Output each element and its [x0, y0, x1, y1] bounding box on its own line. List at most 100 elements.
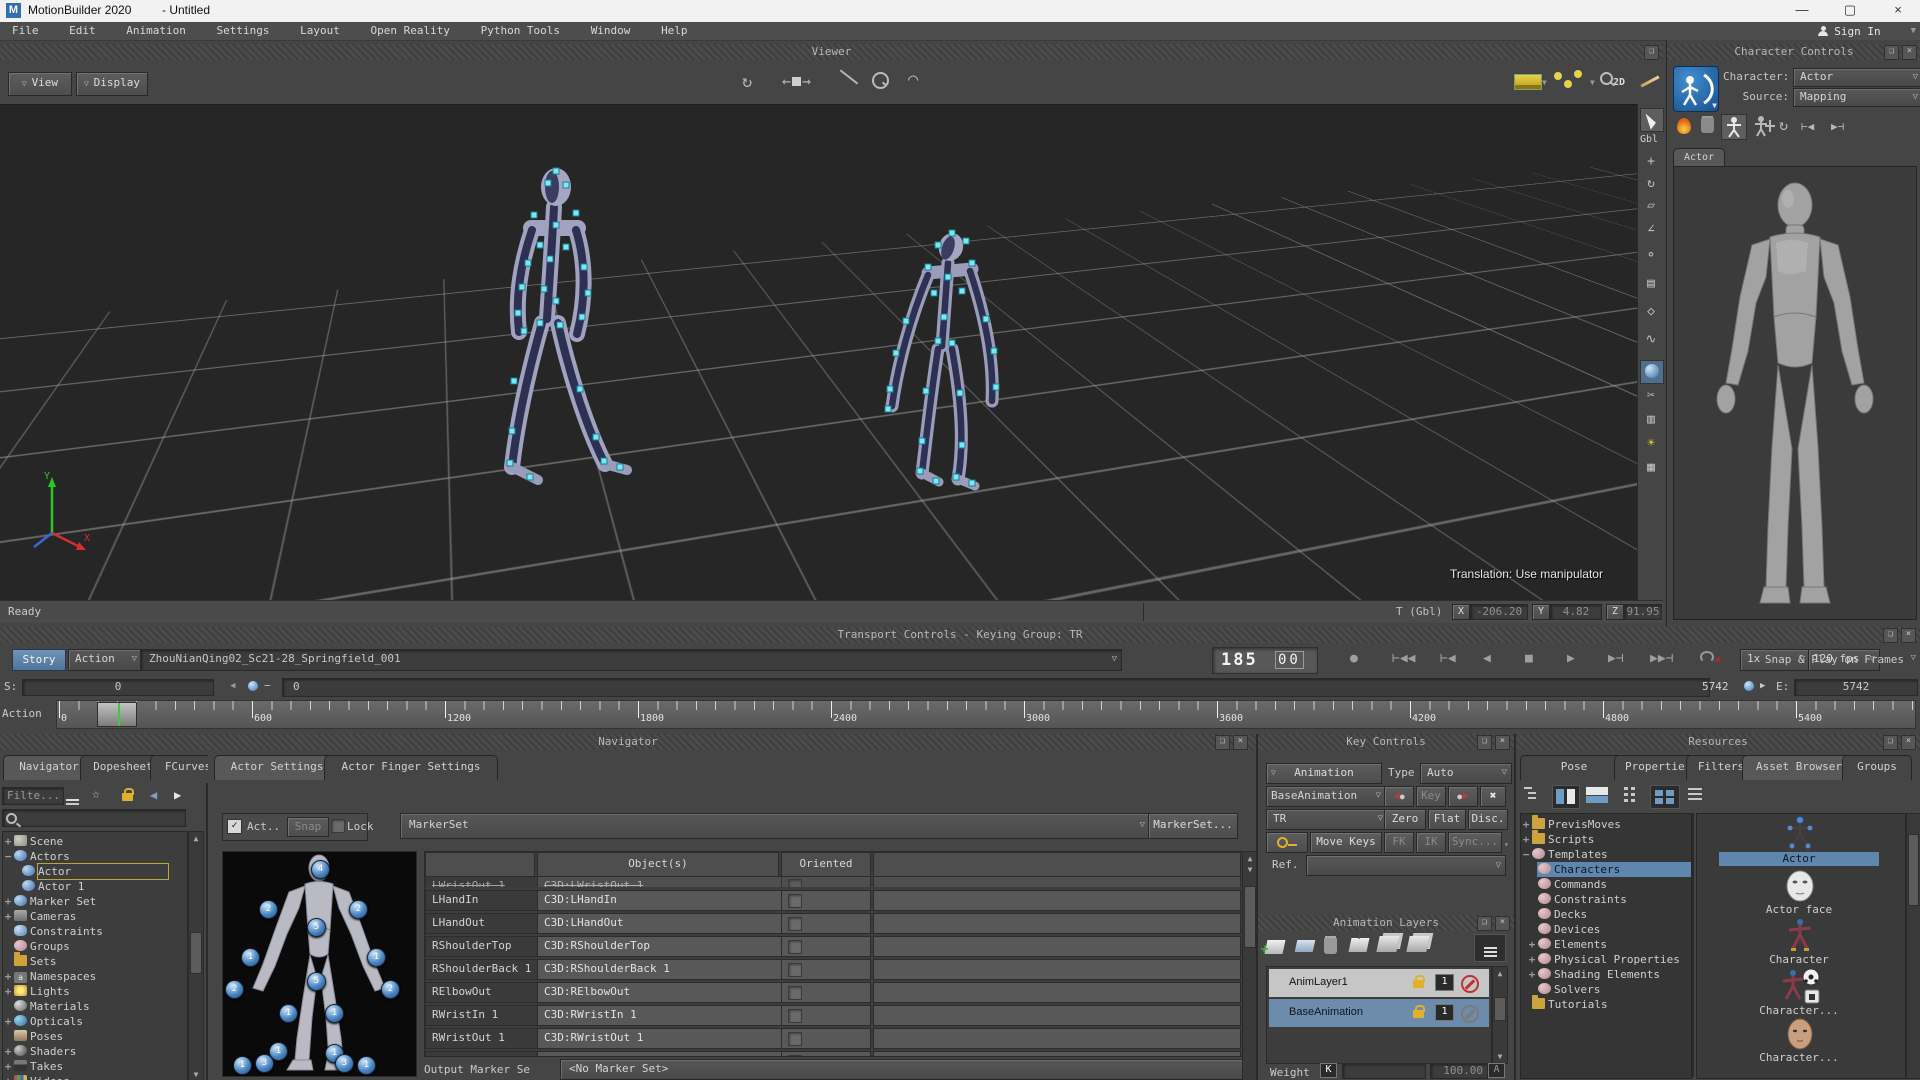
- layer-mute-icon[interactable]: [1461, 975, 1479, 996]
- tab-actor-settings[interactable]: Actor Settings: [214, 755, 340, 780]
- add-layer-icon[interactable]: +: [1265, 940, 1286, 954]
- range-minus[interactable]: −: [264, 679, 271, 692]
- delete-layer-icon[interactable]: [1324, 938, 1337, 954]
- asset-actor-face[interactable]: Actor face: [1697, 870, 1905, 916]
- close-panel-icon[interactable]: ×: [1901, 735, 1916, 750]
- range-right-arrow[interactable]: ▶: [1760, 681, 1765, 691]
- grid-view-icon[interactable]: [1650, 785, 1680, 809]
- menu-edit[interactable]: Edit: [57, 22, 108, 39]
- marker-badge[interactable]: 4: [311, 860, 330, 879]
- float-panel-icon[interactable]: ❏: [1477, 916, 1492, 931]
- layer-row-animlayer1[interactable]: AnimLayer1 1: [1269, 969, 1489, 997]
- tree-item-actor[interactable]: Actor: [21, 864, 168, 879]
- tree-item-opticals[interactable]: +Opticals: [3, 1014, 83, 1029]
- menu-python-tools[interactable]: Python Tools: [469, 22, 572, 39]
- marker-badge[interactable]: 5: [307, 918, 326, 937]
- table-row-lhandout[interactable]: LHandOut C3D:LHandOut: [425, 913, 1243, 933]
- close-panel-icon[interactable]: ×: [1233, 735, 1248, 750]
- record-button[interactable]: ●: [1350, 651, 1358, 666]
- sphere-display-icon[interactable]: [1640, 360, 1664, 384]
- sign-in-button[interactable]: Sign In ▼: [1818, 22, 1916, 40]
- layers-icon[interactable]: ▥: [1640, 410, 1662, 430]
- marker-badge[interactable]: 1: [279, 1004, 298, 1023]
- table-row-rshouldertop[interactable]: RShoulderTop C3D:RShoulderTop: [425, 936, 1243, 956]
- marker-column-header[interactable]: [425, 852, 535, 877]
- tab-groups[interactable]: Groups: [1842, 755, 1912, 780]
- keyframe-dots-icon[interactable]: [1554, 72, 1562, 80]
- table-row-rhandin1[interactable]: RHandIn 1 C3D:RHandIn 1: [425, 1051, 1243, 1057]
- split-view-icon[interactable]: [1552, 785, 1580, 809]
- ik-button[interactable]: IK: [1416, 832, 1446, 853]
- ref-select[interactable]: ▽: [1306, 855, 1506, 876]
- previous-key-button[interactable]: ⊢◀: [1440, 651, 1456, 666]
- output-marker-select[interactable]: <No Marker Set>▽: [560, 1059, 1252, 1080]
- tree-item-marker-set[interactable]: +Marker Set: [3, 894, 96, 909]
- hsplit-view-icon[interactable]: [1586, 787, 1610, 805]
- take-select[interactable]: ZhouNianQing02_Sc21-28_Springfield_001▽: [140, 649, 1122, 671]
- tree-item-takes[interactable]: +Takes: [3, 1059, 63, 1074]
- lock-checkbox[interactable]: [331, 819, 345, 833]
- tree-item-commands[interactable]: Commands: [1537, 877, 1607, 892]
- float-panel-icon[interactable]: ❏: [1883, 735, 1898, 750]
- delete-key-button[interactable]: ✖: [1480, 786, 1506, 807]
- asset-character-face[interactable]: Character...: [1697, 1018, 1905, 1066]
- character-select[interactable]: Actor▽: [1793, 68, 1920, 87]
- float-panel-icon[interactable]: ❏: [1883, 628, 1898, 643]
- layer-mute-icon[interactable]: [1461, 1005, 1479, 1026]
- magnifier-tool-icon[interactable]: [872, 72, 889, 92]
- tree-item-materials[interactable]: Materials: [3, 999, 90, 1014]
- flat-button[interactable]: Flat: [1428, 809, 1466, 830]
- minimize-button[interactable]: —: [1780, 0, 1824, 22]
- layer-lock-icon[interactable]: [1413, 978, 1424, 991]
- markerset-button[interactable]: MarkerSet...: [1148, 813, 1238, 839]
- light-icon[interactable]: ☀: [1640, 434, 1662, 454]
- x-axis-value[interactable]: -206.20: [1470, 604, 1528, 620]
- layout-icon[interactable]: ▤: [1640, 274, 1662, 294]
- snap-button[interactable]: Snap: [287, 817, 329, 837]
- weight-value[interactable]: 100.00: [1430, 1063, 1488, 1079]
- story-button[interactable]: Story: [12, 649, 66, 671]
- logo-dropdown-icon[interactable]: ▼: [1712, 101, 1717, 110]
- tree-scrollbar[interactable]: ▲ ▼: [188, 831, 204, 1080]
- merge-layer-icon[interactable]: ↓: [1349, 938, 1370, 952]
- oriented-column-header[interactable]: Oriented: [781, 852, 871, 877]
- tree-item-elements[interactable]: +Elements: [1527, 937, 1607, 952]
- table-row-relbowout[interactable]: RElbowOut C3D:RElbowOut: [425, 982, 1243, 1002]
- next-key-button[interactable]: ▶⊣: [1608, 651, 1624, 666]
- tr-select[interactable]: TR▽: [1266, 809, 1388, 830]
- protractor-icon[interactable]: ∠: [1640, 220, 1662, 240]
- tree-item-shaders[interactable]: +Shaders: [3, 1044, 76, 1059]
- menu-file[interactable]: File: [0, 22, 51, 39]
- lock-filter-icon[interactable]: [122, 791, 133, 804]
- translate-tool-icon[interactable]: +: [1640, 152, 1662, 172]
- close-panel-icon[interactable]: ×: [1495, 916, 1510, 931]
- key-next-icon[interactable]: ▶⊣: [1831, 120, 1844, 133]
- table-row[interactable]: LWristOut 1 C3D:LWristOut 1: [425, 876, 1243, 887]
- list-view-icon[interactable]: [1624, 787, 1628, 790]
- menu-settings[interactable]: Settings: [204, 22, 281, 39]
- tree-item-lights[interactable]: +Lights: [3, 984, 70, 999]
- tree-item-constraints[interactable]: Constraints: [1537, 892, 1627, 907]
- goto-end-button[interactable]: ▶▶⊣: [1650, 651, 1673, 666]
- table-row-rwristout1[interactable]: RWristOut 1 C3D:RWristOut 1: [425, 1028, 1243, 1048]
- weight-auto-button[interactable]: A: [1488, 1063, 1505, 1078]
- hot-reset-icon[interactable]: [1677, 118, 1691, 134]
- oriented-checkbox[interactable]: [788, 963, 802, 977]
- search-box[interactable]: [2, 809, 186, 827]
- grid-display-icon[interactable]: ▦: [1640, 458, 1662, 478]
- tree-item-tutorials[interactable]: Tutorials: [1521, 997, 1608, 1012]
- float-panel-icon[interactable]: ❏: [1215, 735, 1230, 750]
- timeline-ruler-icon[interactable]: [1514, 74, 1542, 90]
- layer-row-baseanimation[interactable]: BaseAnimation 1: [1269, 999, 1489, 1027]
- close-panel-icon[interactable]: ×: [1901, 628, 1916, 643]
- tree-item-actors[interactable]: −Actors: [3, 849, 70, 864]
- marker-badge[interactable]: 1: [233, 1056, 252, 1075]
- arc-rotate-tool-icon[interactable]: ◠: [908, 70, 918, 90]
- asset-character[interactable]: Character: [1697, 918, 1905, 966]
- stop-button[interactable]: ■: [1525, 651, 1533, 666]
- character-rotate-icon[interactable]: ↻: [1779, 116, 1788, 134]
- ruler-dropdown-icon[interactable]: ▼: [1542, 78, 1547, 87]
- tree-item-scene[interactable]: +Scene: [3, 834, 63, 849]
- markerset-select[interactable]: MarkerSet▽: [400, 813, 1150, 839]
- tree-item-shading-elements[interactable]: +Shading Elements: [1527, 967, 1660, 982]
